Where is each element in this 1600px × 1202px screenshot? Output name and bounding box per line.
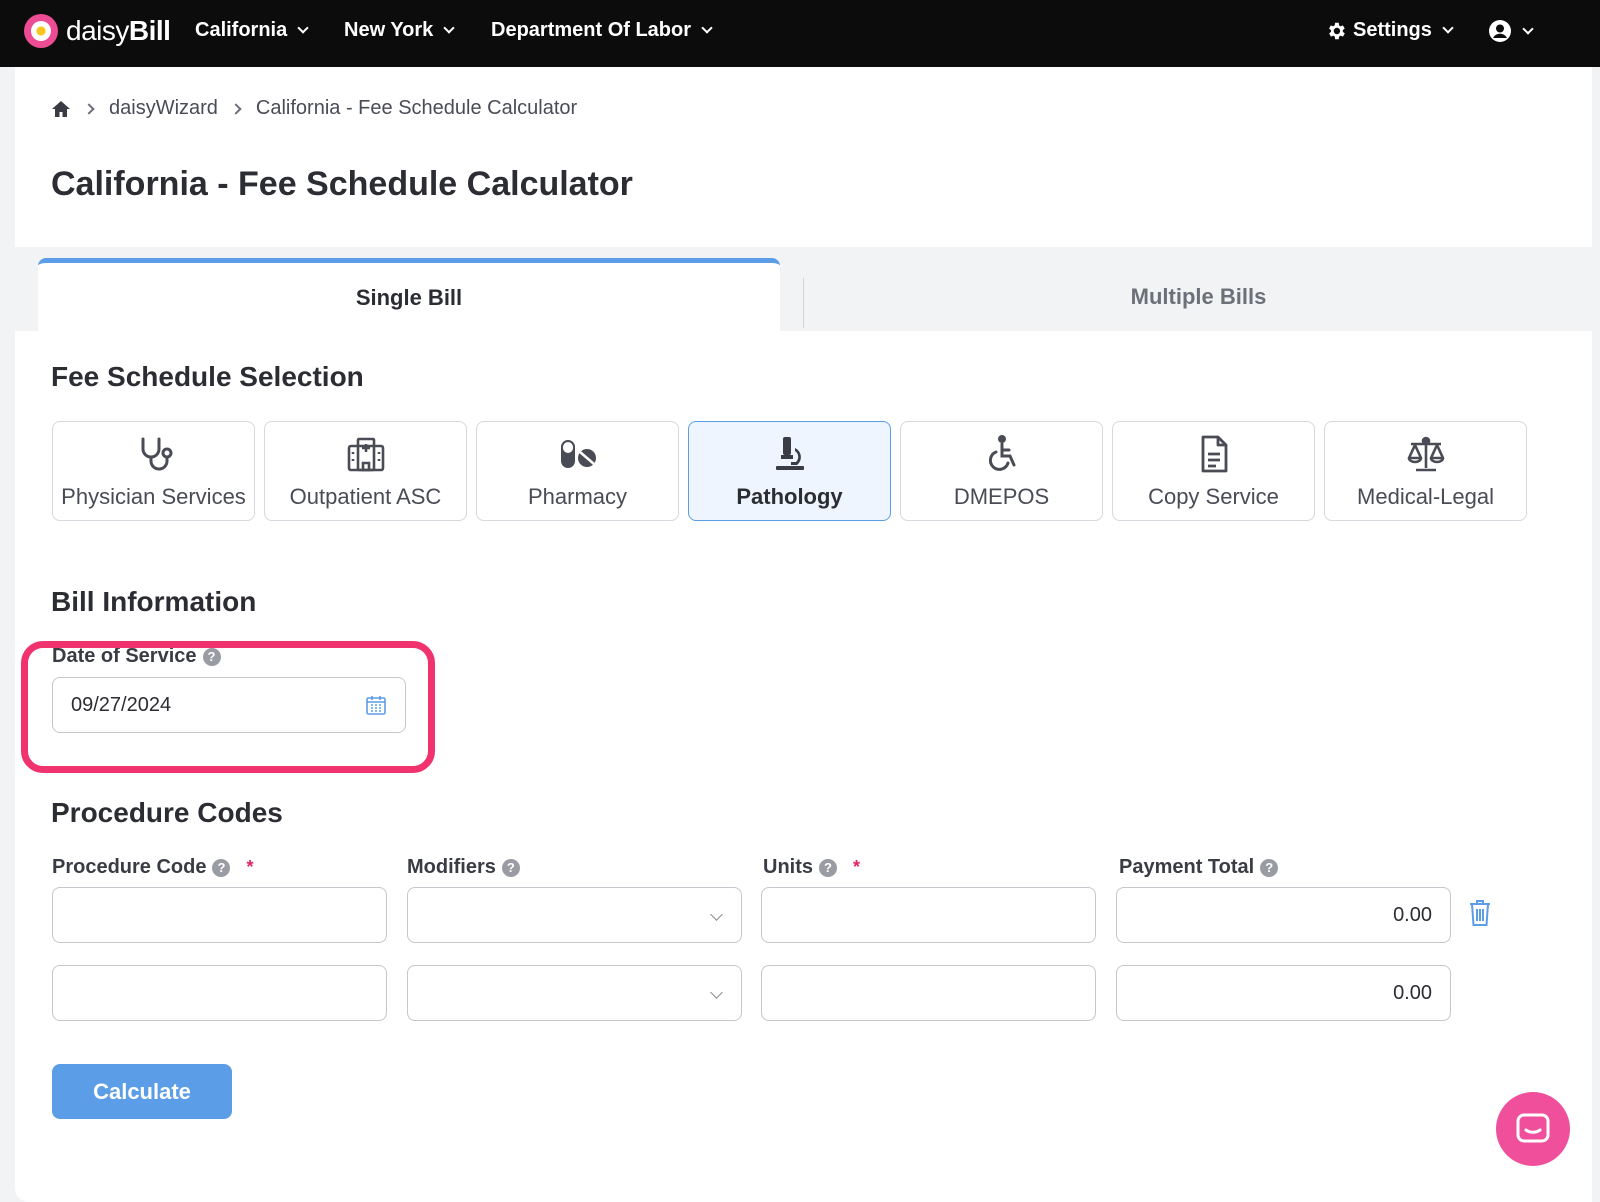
- help-icon[interactable]: ?: [1260, 858, 1279, 877]
- fee-schedule-label: DMEPOS: [953, 484, 1050, 509]
- nav-settings[interactable]: Settings: [1325, 19, 1454, 42]
- trash-icon[interactable]: [1468, 899, 1492, 927]
- units-input[interactable]: [761, 965, 1096, 1021]
- fee-schedule-copy-service[interactable]: Copy Service: [1112, 421, 1315, 521]
- breadcrumb-separator: [83, 102, 95, 115]
- modifiers-select[interactable]: [407, 965, 742, 1021]
- help-icon[interactable]: ?: [819, 858, 837, 877]
- page-header: daisyWizard California - Fee Schedule Ca…: [15, 67, 1592, 247]
- scales-icon: [1407, 436, 1444, 472]
- fee-schedule-medical-legal[interactable]: Medical-Legal: [1324, 421, 1527, 521]
- chat-launcher-button[interactable]: [1496, 1092, 1570, 1166]
- fee-schedule-label: Outpatient ASC: [289, 484, 442, 509]
- help-icon[interactable]: ?: [501, 858, 520, 877]
- payment-total-field: 0.00: [1116, 965, 1451, 1021]
- breadcrumb-separator: [230, 102, 242, 115]
- tab-divider: [803, 278, 804, 328]
- hospital-icon: [347, 437, 384, 472]
- units-label-text: Units: [763, 856, 813, 878]
- breadcrumb: daisyWizard California - Fee Schedule Ca…: [51, 97, 577, 120]
- fee-schedule-title: Fee Schedule Selection: [51, 361, 364, 392]
- logo-text-light: daisy: [66, 15, 129, 46]
- fee-schedule-label: Copy Service: [1148, 484, 1279, 509]
- chevron-down-icon: [1442, 22, 1454, 34]
- calculator-form: Fee Schedule Selection Physician Service…: [15, 331, 1592, 1202]
- chevron-down-icon: [710, 986, 723, 999]
- calculate-button[interactable]: Calculate: [52, 1064, 232, 1119]
- fee-schedule-dmepos[interactable]: DMEPOS: [900, 421, 1103, 521]
- modifiers-label-text: Modifiers: [407, 856, 496, 878]
- nav-california[interactable]: California: [195, 19, 309, 42]
- nav-settings-label: Settings: [1353, 19, 1432, 41]
- chevron-down-icon: [297, 22, 309, 34]
- daisybill-logo[interactable]: daisyBill: [24, 14, 171, 48]
- modifiers-select[interactable]: [407, 887, 742, 943]
- bill-information-title: Bill Information: [51, 586, 257, 617]
- payment-total-value: 0.00: [1393, 981, 1432, 1004]
- nav-new-york-label: New York: [344, 19, 434, 41]
- microscope-icon: [775, 437, 804, 470]
- home-icon[interactable]: [51, 100, 71, 118]
- units-column-label: Units ? *: [763, 856, 860, 879]
- required-asterisk: *: [246, 857, 254, 877]
- tab-single-bill[interactable]: Single Bill: [38, 258, 780, 332]
- nav-user-menu[interactable]: [1488, 19, 1534, 43]
- logo-text: daisyBill: [66, 15, 171, 47]
- chevron-down-icon: [701, 22, 713, 34]
- logo-text-bold: Bill: [128, 15, 171, 46]
- document-icon: [1201, 435, 1227, 473]
- fee-schedule-pathology[interactable]: Pathology: [688, 421, 891, 521]
- nav-california-label: California: [195, 19, 288, 41]
- user-circle-icon: [1489, 20, 1511, 42]
- procedure-code-label-text: Procedure Code: [52, 856, 207, 878]
- procedure-codes-title: Procedure Codes: [51, 797, 283, 828]
- procedure-code-input[interactable]: [52, 965, 387, 1021]
- chevron-down-icon: [1522, 22, 1534, 35]
- fee-schedule-outpatient-asc[interactable]: Outpatient ASC: [264, 421, 467, 521]
- calculate-button-label: Calculate: [93, 1078, 191, 1104]
- payment-total-value: 0.00: [1393, 903, 1432, 926]
- payment-total-field: 0.00: [1116, 887, 1451, 943]
- payment-total-label-text: Payment Total: [1119, 856, 1255, 878]
- gear-icon: [1329, 22, 1345, 39]
- chevron-down-icon: [710, 908, 723, 921]
- pills-icon: [560, 440, 596, 468]
- fee-schedule-label: Physician Services: [61, 484, 246, 509]
- tab-multiple-bills[interactable]: Multiple Bills: [805, 262, 1592, 332]
- procedure-code-column-label: Procedure Code ? *: [52, 856, 254, 879]
- chevron-down-icon: [443, 22, 455, 34]
- stethoscope-icon: [141, 437, 172, 471]
- required-asterisk: *: [853, 857, 861, 877]
- units-input[interactable]: [761, 887, 1096, 943]
- nav-department-of-labor[interactable]: Department Of Labor: [491, 19, 713, 42]
- fee-schedule-pharmacy[interactable]: Pharmacy: [476, 421, 679, 521]
- nav-dol-label: Department Of Labor: [491, 19, 692, 41]
- fee-schedule-label: Medical-Legal: [1357, 484, 1494, 509]
- tab-single-bill-label: Single Bill: [355, 284, 463, 310]
- page-title: California - Fee Schedule Calculator: [51, 165, 633, 203]
- fee-schedule-physician-services[interactable]: Physician Services: [52, 421, 255, 521]
- date-of-service-highlight: [21, 641, 435, 773]
- wheelchair-icon: [988, 435, 1015, 471]
- fee-schedule-label: Pathology: [736, 484, 843, 509]
- top-navbar: daisyBill California New York Department…: [0, 0, 1600, 67]
- chat-icon: [1516, 1113, 1550, 1143]
- fee-schedule-label: Pharmacy: [527, 484, 628, 509]
- payment-total-column-label: Payment Total ?: [1119, 856, 1279, 879]
- modifiers-column-label: Modifiers ?: [407, 856, 520, 879]
- breadcrumb-current: California - Fee Schedule Calculator: [255, 97, 578, 119]
- breadcrumb-daisywizard[interactable]: daisyWizard: [109, 97, 218, 120]
- daisy-flower-icon: [24, 14, 58, 48]
- procedure-code-input[interactable]: [52, 887, 387, 943]
- tab-multiple-bills-label: Multiple Bills: [1130, 284, 1267, 309]
- nav-new-york[interactable]: New York: [344, 19, 455, 42]
- help-icon[interactable]: ?: [212, 858, 231, 877]
